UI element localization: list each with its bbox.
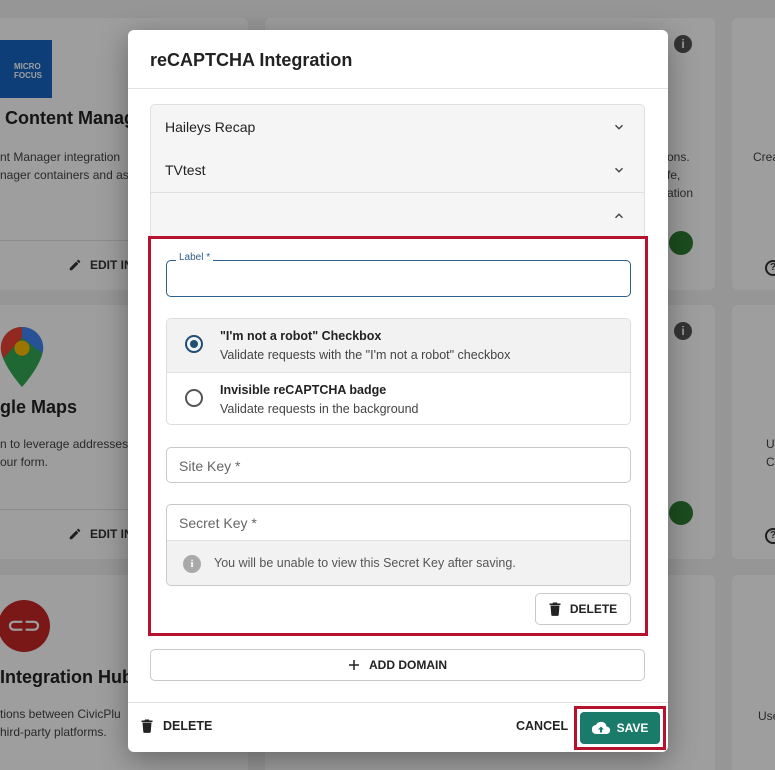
radio-option-title: Invisible reCAPTCHA badge: [220, 383, 387, 397]
dialog-title: reCAPTCHA Integration: [150, 50, 353, 70]
secret-key-field[interactable]: Secret Key * i You will be unable to vie…: [166, 504, 631, 586]
site-key-field[interactable]: Site Key *: [166, 447, 631, 483]
chevron-down-icon: [615, 124, 623, 130]
secret-key-hint: i You will be unable to view this Secret…: [167, 540, 630, 585]
accordion-item-haileys-recap[interactable]: Haileys Recap: [150, 104, 645, 149]
chevron-down-icon: [615, 167, 623, 173]
label-input[interactable]: [167, 261, 630, 296]
radio-button[interactable]: [185, 389, 203, 407]
cloud-upload-icon: [591, 721, 610, 735]
add-domain-button[interactable]: ADD DOMAIN: [150, 649, 645, 681]
radio-option-title: "I'm not a robot" Checkbox: [220, 329, 382, 343]
trash-icon: [549, 602, 561, 616]
cancel-button[interactable]: CANCEL: [516, 719, 568, 733]
radio-option-description: Validate requests with the "I'm not a ro…: [220, 348, 511, 362]
radio-button-selected[interactable]: [185, 335, 203, 353]
domain-form-panel: Label * "I'm not a robot" Checkbox Valid…: [148, 236, 648, 636]
accordion-label: Haileys Recap: [165, 119, 256, 135]
radio-option-checkbox[interactable]: "I'm not a robot" Checkbox Validate requ…: [167, 319, 630, 372]
radio-option-invisible-badge[interactable]: Invisible reCAPTCHA badge Validate reque…: [167, 372, 630, 424]
save-button-highlight: SAVE: [574, 706, 666, 750]
accordion-label: TVtest: [165, 162, 206, 178]
cancel-label: CANCEL: [516, 719, 569, 733]
delete-domain-label: DELETE: [569, 602, 618, 616]
add-domain-label: ADD DOMAIN: [369, 658, 447, 672]
accordion-item-tvtest[interactable]: TVtest: [150, 148, 645, 193]
delete-integration-button[interactable]: DELETE: [141, 719, 212, 733]
divider: [128, 88, 668, 89]
site-key-placeholder: Site Key *: [179, 458, 241, 474]
delete-integration-label: DELETE: [163, 719, 213, 733]
save-label: SAVE: [616, 721, 649, 735]
delete-domain-button[interactable]: DELETE: [535, 593, 631, 625]
captcha-type-radio-group: "I'm not a robot" Checkbox Validate requ…: [166, 318, 631, 425]
save-button[interactable]: SAVE: [580, 712, 660, 744]
accordion-item-new-domain[interactable]: [150, 192, 645, 237]
plus-icon: [349, 660, 359, 670]
secret-key-hint-text: You will be unable to view this Secret K…: [214, 556, 516, 570]
info-icon: i: [183, 555, 201, 573]
radio-option-description: Validate requests in the background: [220, 402, 419, 416]
label-field[interactable]: Label *: [166, 252, 631, 297]
divider: [128, 702, 668, 703]
recaptcha-integration-dialog: reCAPTCHA Integration Haileys Recap TVte…: [128, 30, 668, 752]
chevron-up-icon: [615, 213, 623, 219]
trash-icon: [141, 719, 153, 733]
secret-key-placeholder: Secret Key *: [179, 515, 257, 531]
